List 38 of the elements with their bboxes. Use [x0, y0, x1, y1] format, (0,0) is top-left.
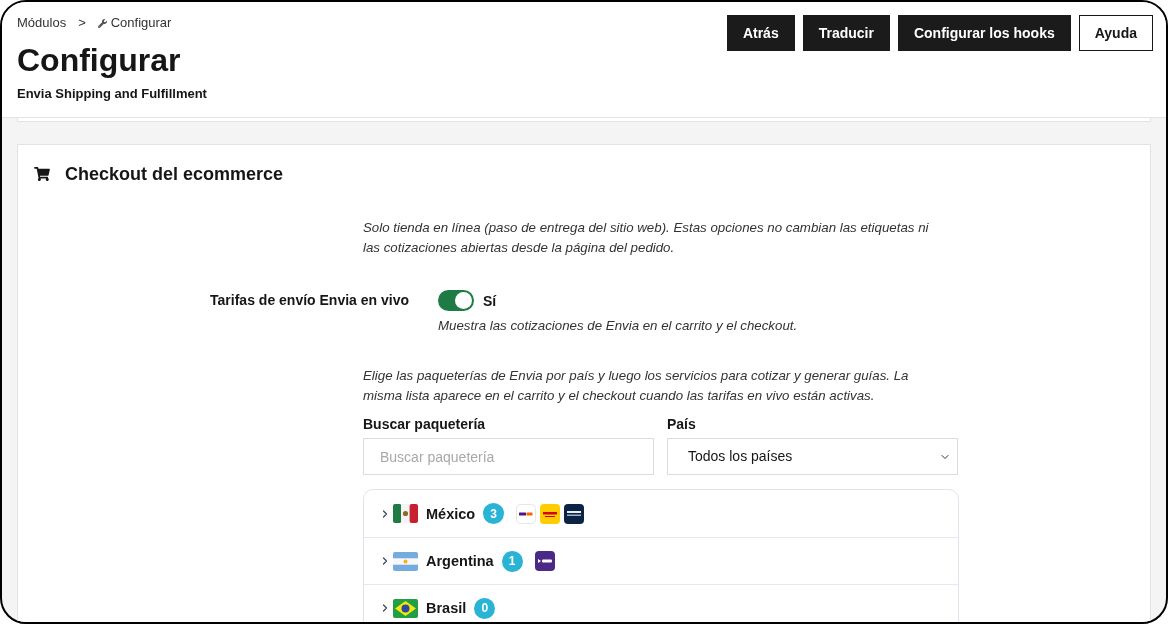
breadcrumb-separator: > [77, 15, 87, 31]
country-row[interactable]: Argentina 1 [364, 537, 958, 584]
count-badge: 3 [483, 503, 505, 524]
country-name: México [426, 504, 476, 524]
count-badge: 1 [501, 550, 523, 572]
argentina-flag-icon [393, 551, 418, 571]
field-label: Buscar paquetería [363, 415, 487, 434]
carrier-logo-icon [534, 551, 555, 571]
mexico-flag-icon [393, 504, 418, 523]
section-title: Checkout del ecommerce [65, 163, 284, 186]
carrier-logo-icon [564, 503, 585, 524]
toolbar-button[interactable]: Atrás [726, 15, 795, 51]
carrier-logo-icon [516, 503, 537, 524]
toolbar-button[interactable]: Traducir [802, 15, 890, 51]
wrench-icon [97, 18, 107, 28]
setting-help: Muestra las cotizaciones de Envia en el carrito y el checkout. [438, 317, 798, 335]
country-select[interactable]: Todos los países [667, 438, 958, 475]
brazil-flag-icon [393, 598, 418, 618]
count-badge: 0 [474, 597, 496, 619]
field-label: País [667, 415, 697, 434]
carrier-logo-icon [540, 503, 561, 524]
country-name: Argentina [426, 552, 494, 571]
carriers-description: Elige las paqueterías de Envia por país y luego los servicios para cotizar y generar guías. La misma lista aparece en el carrito y el checkout cuando las tarifas en vivo están activas. [363, 367, 910, 405]
country-row[interactable]: Brasil 0 [364, 584, 958, 622]
search-field[interactable]: Buscar paquetería [363, 438, 654, 475]
breadcrumb-current: Configurar [110, 15, 172, 31]
toggle-state: Sí [483, 291, 497, 311]
section-description: Solo tienda en línea (paso de entrega del sitio web). Estas opciones no cambian las etiquetas ni las cotizaciones abiertas desde la página del pedido. [363, 219, 930, 257]
setting-label: Tarifas de envío Envia en vivo [209, 291, 409, 310]
page-title: Configurar [17, 41, 182, 80]
breadcrumb-link[interactable]: Módulos [17, 15, 67, 31]
country-row[interactable]: México 3 [364, 490, 958, 537]
toggle-switch[interactable] [438, 290, 474, 311]
country-name: Brasil [426, 599, 467, 618]
cart-icon [34, 167, 50, 181]
toolbar-button[interactable]: Ayuda [1078, 15, 1153, 51]
page-subtitle: Envia Shipping and Fulfillment [17, 85, 207, 103]
toolbar-button[interactable]: Configurar los hooks [897, 15, 1071, 51]
